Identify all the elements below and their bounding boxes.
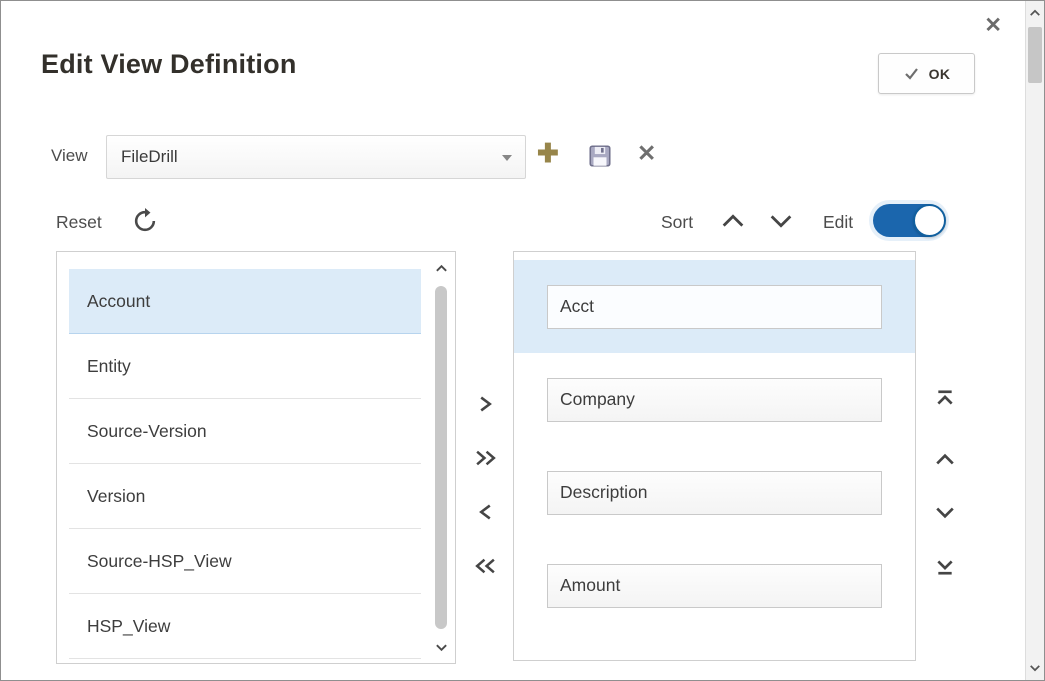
view-label: View — [51, 146, 88, 166]
column-label: Company — [560, 389, 635, 410]
sort-label: Sort — [661, 212, 693, 233]
selected-items: Acct Company Description — [514, 260, 915, 632]
list-item-label: HSP_View — [87, 616, 170, 637]
column-box[interactable]: Amount — [547, 564, 882, 608]
list-item[interactable]: Version — [69, 464, 421, 529]
save-view-icon[interactable] — [587, 143, 613, 169]
list-item[interactable]: Source-HSP_View — [69, 529, 421, 594]
page-title: Edit View Definition — [41, 49, 297, 80]
list-item[interactable]: Account — [69, 269, 421, 334]
column-box[interactable]: Description — [547, 471, 882, 515]
list-item[interactable]: Amount — [514, 539, 915, 632]
view-dropdown-value: FileDrill — [121, 147, 178, 167]
sort-ascending-icon[interactable] — [721, 214, 747, 232]
scroll-up-icon[interactable] — [432, 260, 450, 276]
list-item[interactable]: Source-Version — [69, 399, 421, 464]
reset-button[interactable]: Reset — [56, 212, 102, 233]
move-all-left-icon[interactable] — [471, 552, 499, 580]
list-item-label: Account — [87, 291, 150, 312]
edit-view-definition-dialog: ✕ Edit View Definition OK View FileDrill… — [0, 0, 1045, 681]
edit-label: Edit — [823, 212, 853, 233]
page-scrollbar — [1025, 1, 1044, 680]
list-item[interactable]: Company — [514, 353, 915, 446]
move-left-icon[interactable] — [471, 498, 499, 526]
view-dropdown[interactable]: FileDrill — [106, 135, 526, 179]
refresh-icon[interactable] — [132, 208, 158, 234]
toggle-knob — [913, 204, 946, 237]
column-label: Acct — [560, 296, 594, 317]
selected-columns-list: Acct Company Description — [513, 251, 916, 661]
list-item-label: Version — [87, 486, 145, 507]
chevron-down-icon — [502, 155, 512, 161]
check-icon — [903, 65, 920, 82]
scrollbar-thumb[interactable] — [435, 286, 447, 629]
list-scrollbar — [432, 260, 450, 655]
ok-button[interactable]: OK — [878, 53, 975, 94]
column-label: Amount — [560, 575, 620, 596]
scrollbar-thumb[interactable] — [1028, 27, 1042, 83]
scroll-down-icon[interactable] — [1026, 658, 1044, 678]
add-view-icon[interactable]: ✚ — [537, 140, 559, 166]
available-dimensions-list: Account Entity Source-Version Version So… — [56, 251, 456, 664]
close-icon[interactable]: ✕ — [984, 15, 1002, 36]
move-to-bottom-icon[interactable] — [931, 553, 959, 581]
list-item[interactable]: Acct — [514, 260, 915, 353]
scroll-up-icon[interactable] — [1026, 3, 1044, 23]
move-right-icon[interactable] — [471, 390, 499, 418]
available-items: Account Entity Source-Version Version So… — [69, 269, 421, 659]
edit-toggle[interactable] — [873, 204, 945, 237]
column-box[interactable]: Company — [547, 378, 882, 422]
list-item[interactable]: Description — [514, 446, 915, 539]
move-to-top-icon[interactable] — [931, 384, 959, 412]
move-up-icon[interactable] — [931, 445, 959, 473]
column-label: Description — [560, 482, 648, 503]
move-down-icon[interactable] — [931, 499, 959, 527]
list-item-label: Entity — [87, 356, 131, 377]
scroll-down-icon[interactable] — [432, 639, 450, 655]
list-item-label: Source-Version — [87, 421, 207, 442]
sort-descending-icon[interactable] — [769, 214, 795, 232]
ok-button-label: OK — [929, 66, 951, 82]
move-all-right-icon[interactable] — [471, 444, 499, 472]
delete-view-icon[interactable]: ✕ — [637, 142, 656, 165]
list-item-label: Source-HSP_View — [87, 551, 232, 572]
list-item[interactable]: HSP_View — [69, 594, 421, 659]
list-item[interactable]: Entity — [69, 334, 421, 399]
column-box[interactable]: Acct — [547, 285, 882, 329]
